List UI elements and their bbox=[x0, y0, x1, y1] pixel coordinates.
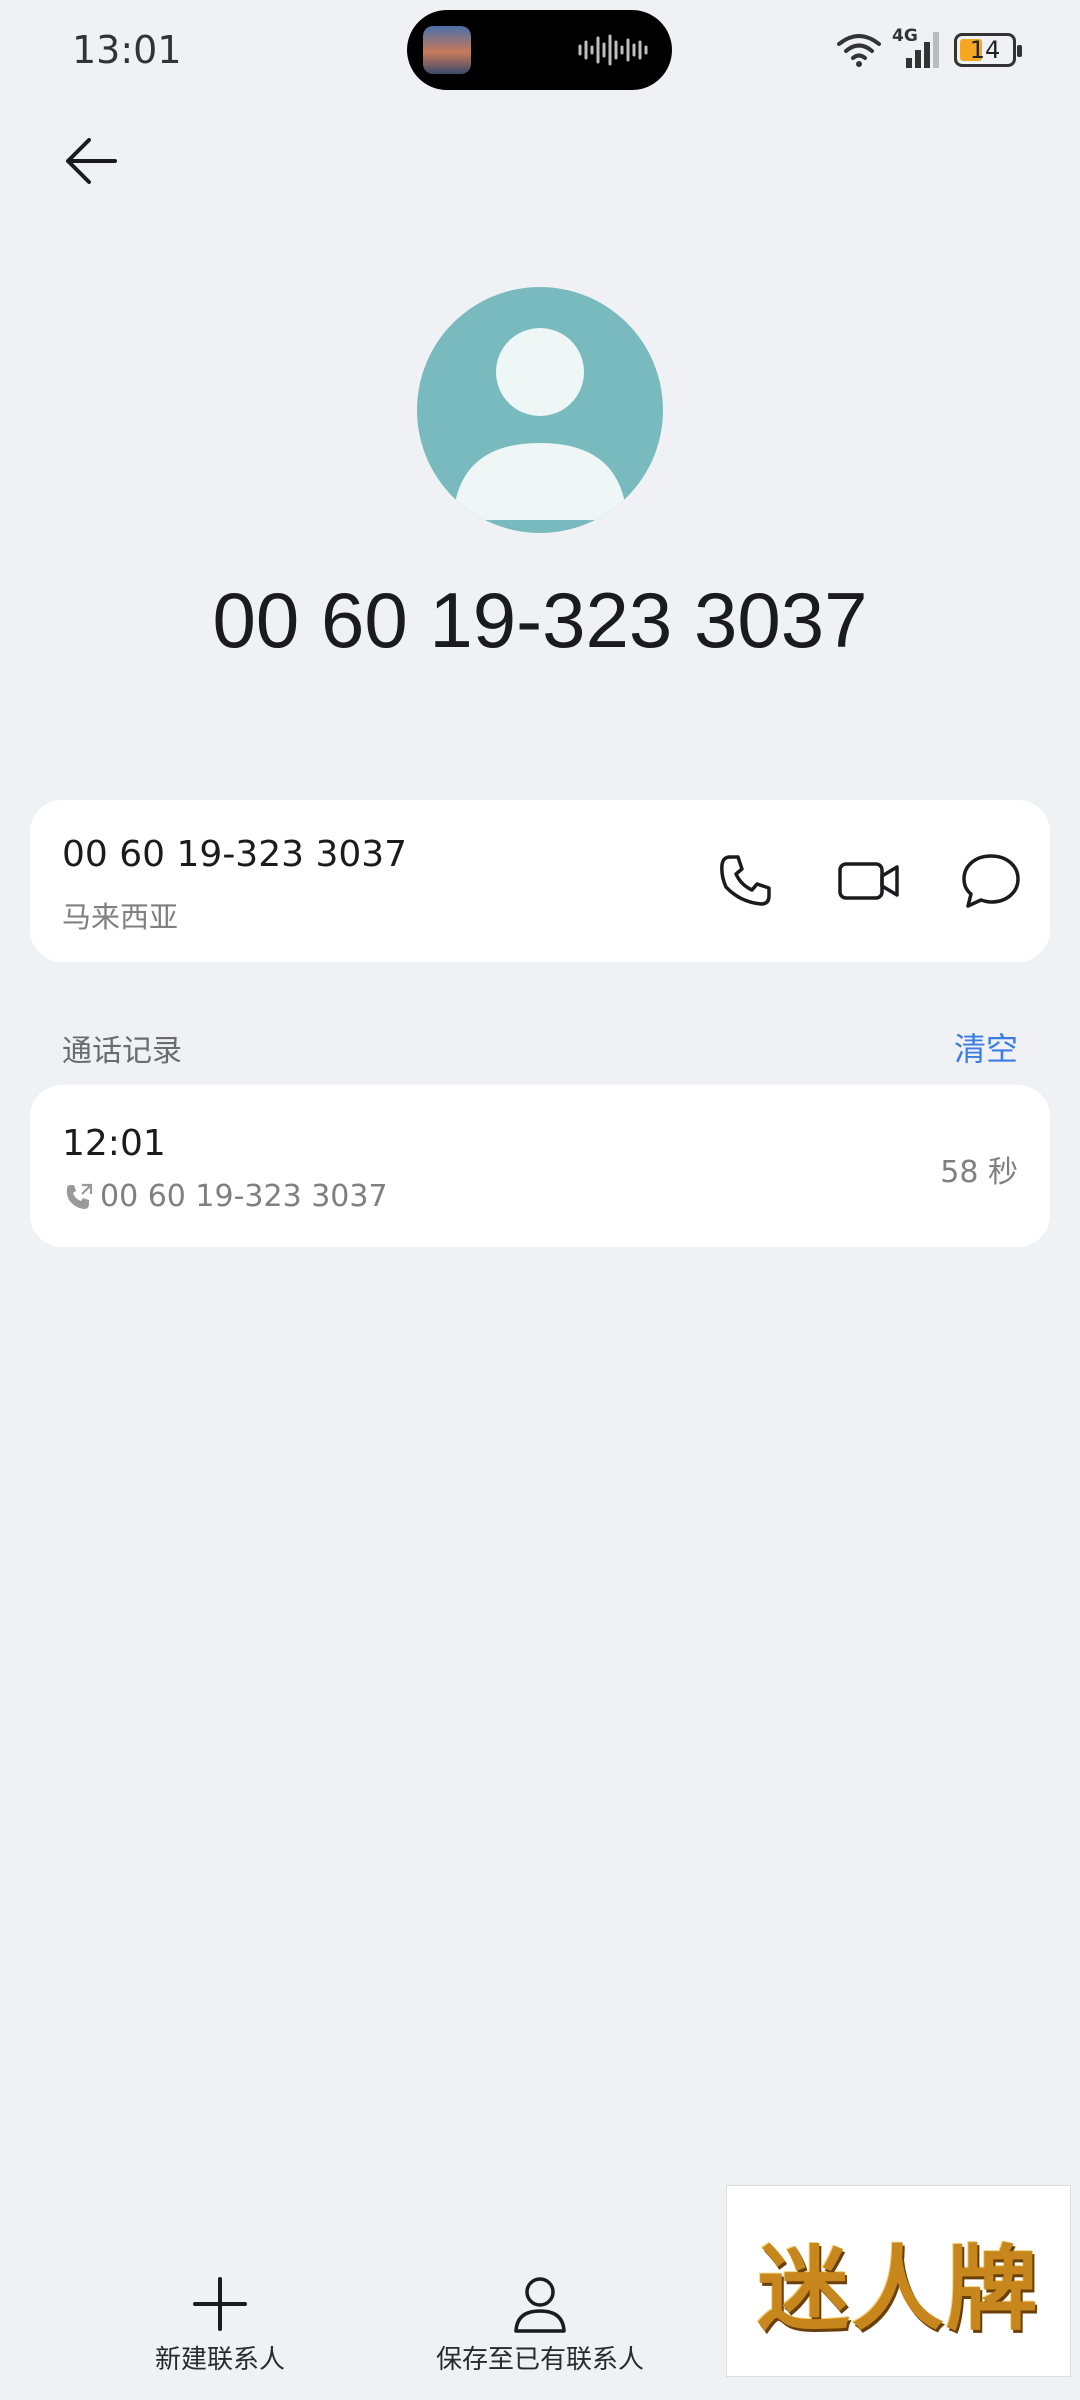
call-number: 00 60 19-323 3037 bbox=[100, 1179, 388, 1214]
phone-icon bbox=[720, 855, 771, 906]
arrow-left-icon bbox=[66, 138, 117, 184]
contact-avatar bbox=[417, 287, 663, 533]
status-bar: 13:01 4G 14 bbox=[0, 0, 1080, 100]
battery-icon: 14 bbox=[954, 33, 1022, 67]
video-call-button[interactable] bbox=[836, 848, 902, 914]
call-detail: 00 60 19-323 3037 bbox=[64, 1179, 388, 1214]
plus-icon bbox=[193, 2277, 247, 2331]
save-to-existing-button[interactable]: 保存至已有联系人 bbox=[420, 2275, 660, 2376]
outgoing-call-icon bbox=[66, 1183, 93, 1209]
cellular-signal-icon: 4G bbox=[892, 26, 944, 70]
person-outline-icon bbox=[514, 2277, 566, 2333]
call-button[interactable] bbox=[713, 848, 779, 914]
battery-level: 14 bbox=[969, 36, 1001, 64]
call-time: 12:01 bbox=[62, 1123, 166, 1164]
chat-bubble-icon bbox=[962, 854, 1020, 908]
status-icons: 4G 14 bbox=[836, 26, 1022, 72]
save-to-existing-label: 保存至已有联系人 bbox=[435, 2345, 644, 2375]
number-card[interactable]: 00 60 19-323 3037 马来西亚 bbox=[30, 800, 1050, 962]
status-time: 13:01 bbox=[72, 28, 182, 72]
media-thumbnail bbox=[423, 26, 471, 74]
call-log-entry[interactable]: 12:01 00 60 19-323 3037 58 秒 bbox=[30, 1085, 1050, 1247]
call-duration: 58 秒 bbox=[940, 1155, 1018, 1190]
audio-wave-icon bbox=[578, 34, 648, 66]
dynamic-island[interactable] bbox=[407, 10, 672, 90]
wifi-icon bbox=[837, 34, 881, 67]
person-placeholder-icon bbox=[453, 328, 627, 520]
clear-call-log-button[interactable]: 清空 bbox=[954, 1024, 1018, 1070]
contact-number-title: 00 60 19-323 3037 bbox=[212, 576, 868, 664]
back-button[interactable] bbox=[56, 126, 126, 196]
watermark-logo: 迷人牌 bbox=[726, 2185, 1071, 2377]
phone-region: 马来西亚 bbox=[62, 900, 179, 934]
phone-number: 00 60 19-323 3037 bbox=[62, 834, 408, 875]
call-log-title: 通话记录 bbox=[62, 1034, 182, 1069]
video-camera-icon bbox=[838, 862, 899, 900]
new-contact-label: 新建联系人 bbox=[154, 2345, 285, 2375]
message-button[interactable] bbox=[958, 848, 1024, 914]
watermark-text: 迷人牌 bbox=[757, 2234, 1040, 2343]
new-contact-button[interactable]: 新建联系人 bbox=[100, 2275, 340, 2376]
